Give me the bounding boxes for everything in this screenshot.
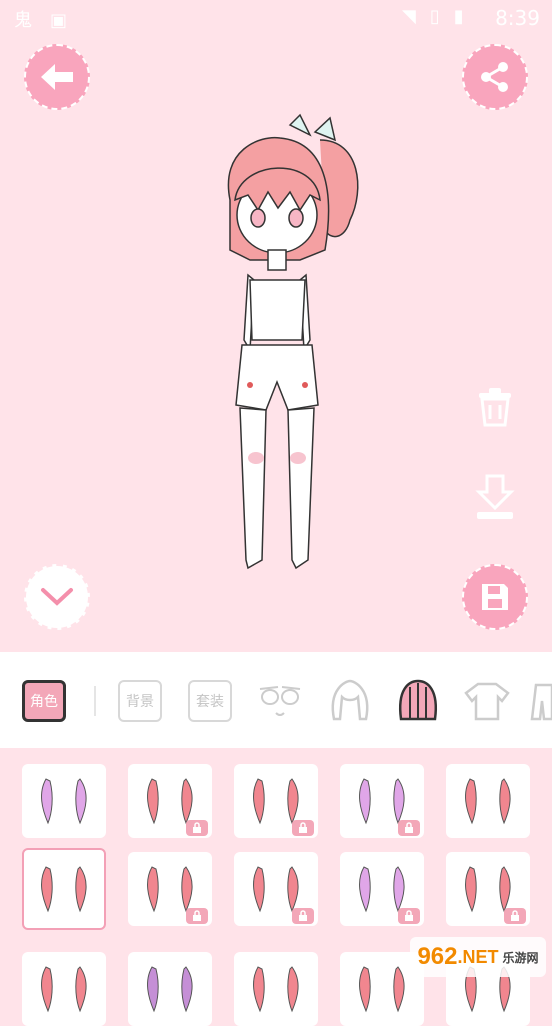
watermark-sub: 乐游网: [502, 950, 539, 965]
app-icon: 鬼: [14, 10, 50, 31]
hair-icon: [331, 679, 369, 721]
tab-outfit-label: 套装: [188, 680, 232, 722]
status-time: 8:39: [495, 6, 540, 30]
hair-item-thumbnail: [147, 966, 193, 1013]
hair-item-6[interactable]: [22, 848, 106, 930]
hair-item-2[interactable]: [128, 764, 212, 838]
hair-item-thumbnail: [465, 778, 511, 825]
hair-item-13[interactable]: [234, 952, 318, 1026]
share-icon: [481, 62, 508, 92]
back-hair-icon: [398, 679, 438, 721]
collapse-button[interactable]: [24, 564, 90, 630]
tab-back-hair[interactable]: [394, 678, 442, 724]
hair-item-7[interactable]: [128, 852, 212, 926]
hair-item-thumbnail: [41, 778, 87, 825]
character-illustration: [227, 113, 359, 570]
hair-item-thumbnail: [41, 966, 87, 1013]
hair-item-1[interactable]: [22, 764, 106, 838]
download-button[interactable]: [470, 472, 520, 522]
tab-bottom[interactable]: [528, 678, 552, 724]
tab-character[interactable]: 角色: [22, 678, 66, 724]
scallop-border-top: [0, 652, 552, 658]
hair-item-thumbnail: [359, 966, 405, 1013]
tab-background[interactable]: 背景: [118, 678, 162, 724]
share-button[interactable]: [462, 44, 528, 110]
watermark-suffix: .NET: [457, 946, 499, 967]
tab-character-label: 角色: [22, 680, 66, 722]
lock-icon: [186, 820, 208, 836]
lock-icon: [292, 908, 314, 924]
shirt-icon: [464, 682, 510, 721]
floppy-disk-icon: [482, 584, 508, 610]
trash-icon: [479, 388, 511, 427]
status-right-icons: ◥▯▮: [402, 6, 478, 27]
lock-icon: [504, 908, 526, 924]
image-icon: ▣: [50, 10, 86, 31]
hair-item-8[interactable]: [234, 852, 318, 926]
hair-item-thumbnail: [41, 866, 87, 913]
category-toolbar: 角色 背景 套装: [0, 652, 552, 748]
save-button[interactable]: [462, 564, 528, 630]
hair-item-5[interactable]: [446, 764, 530, 838]
tab-face[interactable]: [256, 678, 304, 724]
download-icon: [475, 474, 515, 519]
lock-icon: [186, 908, 208, 924]
tab-outfit[interactable]: 套装: [188, 678, 232, 724]
hair-item-3[interactable]: [234, 764, 318, 838]
battery-charging-icon: ▮: [453, 6, 478, 27]
delete-button[interactable]: [470, 382, 520, 432]
tab-hair[interactable]: [326, 678, 374, 724]
lock-icon: [292, 820, 314, 836]
face-icon: [259, 686, 301, 716]
hair-item-11[interactable]: [22, 952, 106, 1026]
hair-item-10[interactable]: [446, 852, 530, 926]
lock-icon: [398, 820, 420, 836]
no-sim-icon: ▯: [429, 6, 454, 27]
hair-item-12[interactable]: [128, 952, 212, 1026]
chevron-down-icon: [41, 588, 73, 606]
hair-item-4[interactable]: [340, 764, 424, 838]
hair-item-thumbnail: [253, 966, 299, 1013]
watermark-logo: 962 .NET 乐游网: [410, 937, 546, 977]
status-bar: 鬼▣ ◥▯▮ 8:39: [0, 0, 552, 36]
watermark-text: 962: [417, 943, 458, 970]
hair-item-9[interactable]: [340, 852, 424, 926]
tab-background-label: 背景: [118, 680, 162, 722]
character-preview: [150, 100, 400, 600]
lock-icon: [398, 908, 420, 924]
pants-icon: [530, 683, 552, 721]
tab-top[interactable]: [462, 678, 512, 724]
status-left-icons: 鬼▣: [14, 6, 85, 32]
back-button[interactable]: [24, 44, 90, 110]
wifi-icon: ◥: [402, 6, 430, 27]
tab-divider: [94, 686, 96, 716]
arrow-left-icon: [41, 64, 73, 90]
